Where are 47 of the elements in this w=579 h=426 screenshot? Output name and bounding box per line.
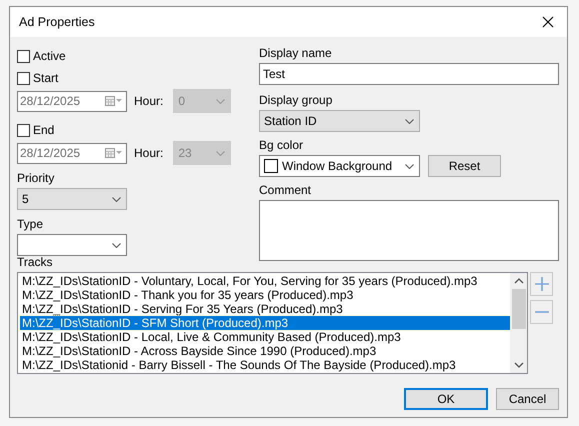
cancel-button[interactable]: Cancel xyxy=(496,388,559,410)
checkbox-label: Active xyxy=(33,48,66,65)
track-item[interactable]: M:\ZZ_IDs\StationID - SFM Short (Produced).mp3 xyxy=(20,316,510,330)
group-dropdown[interactable]: Station ID xyxy=(259,110,420,132)
field-label: Display group xyxy=(259,93,334,108)
field-label: Display name xyxy=(259,46,333,61)
comment-field[interactable] xyxy=(259,200,559,261)
type-dropdown[interactable] xyxy=(17,234,127,256)
checkbox-label: Start xyxy=(33,70,58,87)
track-item[interactable]: M:\ZZ_IDs\StationID - Voluntary, Local, For You, Serving for 35 years (Produced).mp3 xyxy=(20,274,510,288)
close-icon xyxy=(542,16,554,28)
color-swatch-icon xyxy=(264,159,278,173)
add-button[interactable] xyxy=(530,272,553,296)
plus-icon xyxy=(534,277,548,291)
calendar-icon xyxy=(105,148,123,158)
calendar-icon xyxy=(105,96,123,106)
scrollbar[interactable] xyxy=(510,273,527,373)
caret-icon xyxy=(405,164,414,168)
track-item[interactable]: M:\ZZ_IDs\Stationid - Barry Bissell - The Sounds Of The Bayside (Produced).mp3 xyxy=(20,358,510,372)
track-item[interactable]: M:\ZZ_IDs\StationID - Local, Live & Community Based (Produced).mp3 xyxy=(20,330,510,344)
caret-icon xyxy=(405,118,414,124)
window-title: Ad Properties xyxy=(19,14,95,31)
caret-icon xyxy=(112,196,121,202)
color-name: Window Background xyxy=(282,158,392,175)
color-dropdown[interactable]: Window Background xyxy=(259,155,420,177)
track-item[interactable]: M:\ZZ_IDs\StationID - Serving For 35 Years (Produced).mp3 xyxy=(20,302,510,316)
field-label: Priority xyxy=(17,171,56,186)
field-label: Tracks xyxy=(17,255,54,270)
priority-dropdown[interactable]: 5 xyxy=(17,188,127,210)
minus-icon xyxy=(534,311,548,313)
track-item[interactable]: M:\ZZ_IDs\StationID - Thank you for 35 years (Produced).mp3 xyxy=(20,288,510,302)
caret-icon xyxy=(216,150,226,156)
track-item[interactable]: M:\ZZ_IDs\StationID - Across Bayside Since 1990 (Produced).mp3 xyxy=(20,344,510,358)
text-field[interactable]: Test xyxy=(259,63,559,85)
reset-button[interactable]: Reset xyxy=(428,155,501,177)
checkbox-label: End xyxy=(33,122,54,139)
hour-label: Hour: xyxy=(134,145,164,162)
field-label: Bg color xyxy=(259,138,304,153)
remove-button[interactable] xyxy=(530,300,553,324)
ok-button[interactable]: OK xyxy=(404,388,488,410)
hour-label: Hour: xyxy=(134,93,164,110)
field-label: Comment xyxy=(259,183,312,198)
checkbox[interactable] xyxy=(17,50,30,62)
caret-icon xyxy=(112,242,121,248)
field-label: Type xyxy=(17,217,44,232)
caret-icon xyxy=(216,98,226,104)
scroll-thumb[interactable] xyxy=(512,289,526,329)
